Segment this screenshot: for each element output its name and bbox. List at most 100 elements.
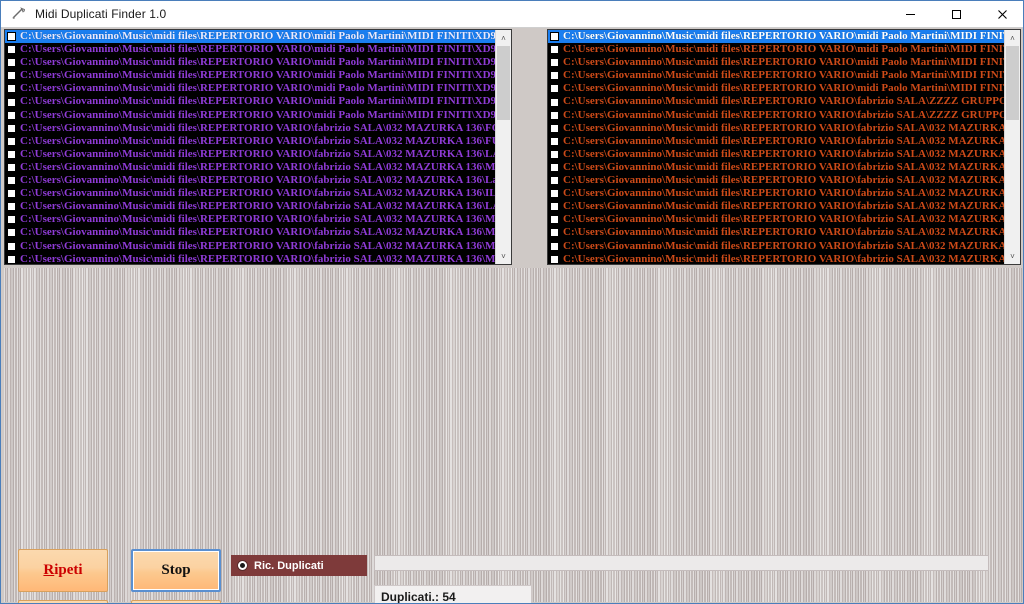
close-button[interactable] — [979, 1, 1023, 28]
list-item[interactable]: C:\Users\Giovannino\Music\midi files\REP… — [548, 43, 1004, 56]
list-item[interactable]: C:\Users\Giovannino\Music\midi files\REP… — [548, 226, 1004, 239]
list-item[interactable]: C:\Users\Giovannino\Music\midi files\REP… — [548, 30, 1004, 44]
file-log-button[interactable]: File Log — [18, 600, 108, 603]
list-item[interactable]: C:\Users\Giovannino\Music\midi files\REP… — [5, 253, 495, 264]
list-item-path: C:\Users\Giovannino\Music\midi files\REP… — [20, 95, 495, 108]
list-item[interactable]: C:\Users\Giovannino\Music\midi files\REP… — [548, 148, 1004, 161]
list-item-checkbox[interactable] — [7, 176, 16, 186]
list-item[interactable]: C:\Users\Giovannino\Music\midi files\REP… — [548, 69, 1004, 82]
list-item-checkbox[interactable] — [7, 97, 16, 107]
ric-duplicati-radio[interactable]: Ric. Duplicati — [231, 555, 367, 576]
list-item-checkbox[interactable] — [550, 202, 559, 212]
list-item-checkbox[interactable] — [550, 241, 559, 251]
list-item-checkbox[interactable] — [7, 71, 16, 81]
list-item[interactable]: C:\Users\Giovannino\Music\midi files\REP… — [548, 95, 1004, 108]
list-item-checkbox[interactable] — [7, 136, 16, 146]
left-scroll-up-icon[interactable]: ˄ — [496, 30, 511, 46]
list-item-path: C:\Users\Giovannino\Music\midi files\REP… — [20, 252, 495, 264]
list-item[interactable]: C:\Users\Giovannino\Music\midi files\REP… — [5, 161, 495, 174]
list-item-checkbox[interactable] — [550, 97, 559, 107]
right-scroll-track[interactable] — [1005, 46, 1020, 248]
list-item[interactable]: C:\Users\Giovannino\Music\midi files\REP… — [5, 43, 495, 56]
list-item[interactable]: C:\Users\Giovannino\Music\midi files\REP… — [5, 213, 495, 226]
list-item-checkbox[interactable] — [550, 123, 559, 133]
list-item[interactable]: C:\Users\Giovannino\Music\midi files\REP… — [5, 69, 495, 82]
list-item[interactable]: C:\Users\Giovannino\Music\midi files\REP… — [5, 135, 495, 148]
list-item[interactable]: C:\Users\Giovannino\Music\midi files\REP… — [548, 187, 1004, 200]
list-item[interactable]: C:\Users\Giovannino\Music\midi files\REP… — [548, 122, 1004, 135]
list-item[interactable]: C:\Users\Giovannino\Music\midi files\REP… — [5, 240, 495, 253]
left-list-scrollbar[interactable]: ˄ ˅ — [495, 30, 511, 264]
list-item-checkbox[interactable] — [550, 215, 559, 225]
list-item-checkbox[interactable] — [550, 189, 559, 199]
list-item-checkbox[interactable] — [7, 162, 16, 172]
list-item[interactable]: C:\Users\Giovannino\Music\midi files\REP… — [548, 200, 1004, 213]
duplicate-candidates-list[interactable]: C:\Users\Giovannino\Music\midi files\REP… — [4, 29, 512, 265]
list-item[interactable]: C:\Users\Giovannino\Music\midi files\REP… — [548, 109, 1004, 122]
list-item[interactable]: C:\Users\Giovannino\Music\midi files\REP… — [5, 95, 495, 108]
duplicate-candidates-rows[interactable]: C:\Users\Giovannino\Music\midi files\REP… — [5, 30, 495, 264]
stop-button[interactable]: Stop — [131, 549, 221, 592]
list-item-checkbox[interactable] — [550, 84, 559, 94]
list-item[interactable]: C:\Users\Giovannino\Music\midi files\REP… — [5, 187, 495, 200]
list-item-checkbox[interactable] — [550, 228, 559, 238]
list-item[interactable]: C:\Users\Giovannino\Music\midi files\REP… — [548, 174, 1004, 187]
right-scroll-up-icon[interactable]: ˄ — [1005, 30, 1020, 46]
list-item-path: C:\Users\Giovannino\Music\midi files\REP… — [563, 160, 1004, 173]
list-item-checkbox[interactable] — [7, 123, 16, 133]
list-item-checkbox[interactable] — [7, 241, 16, 251]
list-item-checkbox[interactable] — [550, 110, 559, 120]
ripeti-button-label: Ripeti — [43, 562, 82, 579]
list-item-checkbox[interactable] — [550, 71, 559, 81]
list-item-checkbox[interactable] — [7, 149, 16, 159]
list-item-checkbox[interactable] — [550, 136, 559, 146]
list-item[interactable]: C:\Users\Giovannino\Music\midi files\REP… — [5, 122, 495, 135]
list-item[interactable]: C:\Users\Giovannino\Music\midi files\REP… — [548, 161, 1004, 174]
list-item-checkbox[interactable] — [550, 32, 559, 42]
list-item[interactable]: C:\Users\Giovannino\Music\midi files\REP… — [5, 200, 495, 213]
left-scroll-thumb[interactable] — [497, 46, 510, 120]
list-item[interactable]: C:\Users\Giovannino\Music\midi files\REP… — [548, 253, 1004, 264]
list-item-checkbox[interactable] — [7, 189, 16, 199]
list-item[interactable]: C:\Users\Giovannino\Music\midi files\REP… — [5, 226, 495, 239]
maximize-button[interactable] — [933, 1, 979, 28]
list-item-checkbox[interactable] — [550, 45, 559, 55]
list-item[interactable]: C:\Users\Giovannino\Music\midi files\REP… — [548, 82, 1004, 95]
list-item-checkbox[interactable] — [550, 162, 559, 172]
list-item-checkbox[interactable] — [550, 58, 559, 68]
sposta-button[interactable]: Sposta — [131, 600, 221, 603]
list-item[interactable]: C:\Users\Giovannino\Music\midi files\REP… — [5, 148, 495, 161]
left-scroll-down-icon[interactable]: ˅ — [496, 248, 511, 264]
list-item-checkbox[interactable] — [550, 149, 559, 159]
list-item[interactable]: C:\Users\Giovannino\Music\midi files\REP… — [5, 174, 495, 187]
list-item[interactable]: C:\Users\Giovannino\Music\midi files\REP… — [548, 56, 1004, 69]
duplicate-matches-rows[interactable]: C:\Users\Giovannino\Music\midi files\REP… — [548, 30, 1004, 264]
duplicate-matches-list[interactable]: C:\Users\Giovannino\Music\midi files\REP… — [547, 29, 1021, 265]
list-item[interactable]: C:\Users\Giovannino\Music\midi files\REP… — [5, 82, 495, 95]
minimize-button[interactable] — [887, 1, 933, 28]
radio-selected-icon — [237, 560, 248, 571]
list-item[interactable]: C:\Users\Giovannino\Music\midi files\REP… — [5, 30, 495, 44]
list-item-checkbox[interactable] — [7, 110, 16, 120]
list-item-checkbox[interactable] — [7, 58, 16, 68]
list-item-checkbox[interactable] — [7, 84, 16, 94]
list-item-checkbox[interactable] — [7, 228, 16, 238]
list-item[interactable]: C:\Users\Giovannino\Music\midi files\REP… — [548, 135, 1004, 148]
list-item-checkbox[interactable] — [7, 45, 16, 55]
ric-duplicati-label: Ric. Duplicati — [254, 559, 324, 572]
list-item-checkbox[interactable] — [7, 215, 16, 225]
list-item-checkbox[interactable] — [550, 176, 559, 186]
list-item[interactable]: C:\Users\Giovannino\Music\midi files\REP… — [548, 213, 1004, 226]
list-item[interactable]: C:\Users\Giovannino\Music\midi files\REP… — [5, 109, 495, 122]
ripeti-button[interactable]: Ripeti — [18, 549, 108, 592]
list-item-checkbox[interactable] — [7, 254, 16, 264]
list-item-checkbox[interactable] — [7, 202, 16, 212]
left-scroll-track[interactable] — [496, 46, 511, 248]
list-item-checkbox[interactable] — [550, 254, 559, 264]
right-scroll-down-icon[interactable]: ˅ — [1005, 248, 1020, 264]
list-item-checkbox[interactable] — [7, 32, 16, 42]
list-item[interactable]: C:\Users\Giovannino\Music\midi files\REP… — [548, 240, 1004, 253]
right-list-scrollbar[interactable]: ˄ ˅ — [1004, 30, 1020, 264]
list-item[interactable]: C:\Users\Giovannino\Music\midi files\REP… — [5, 56, 495, 69]
right-scroll-thumb[interactable] — [1006, 46, 1019, 120]
